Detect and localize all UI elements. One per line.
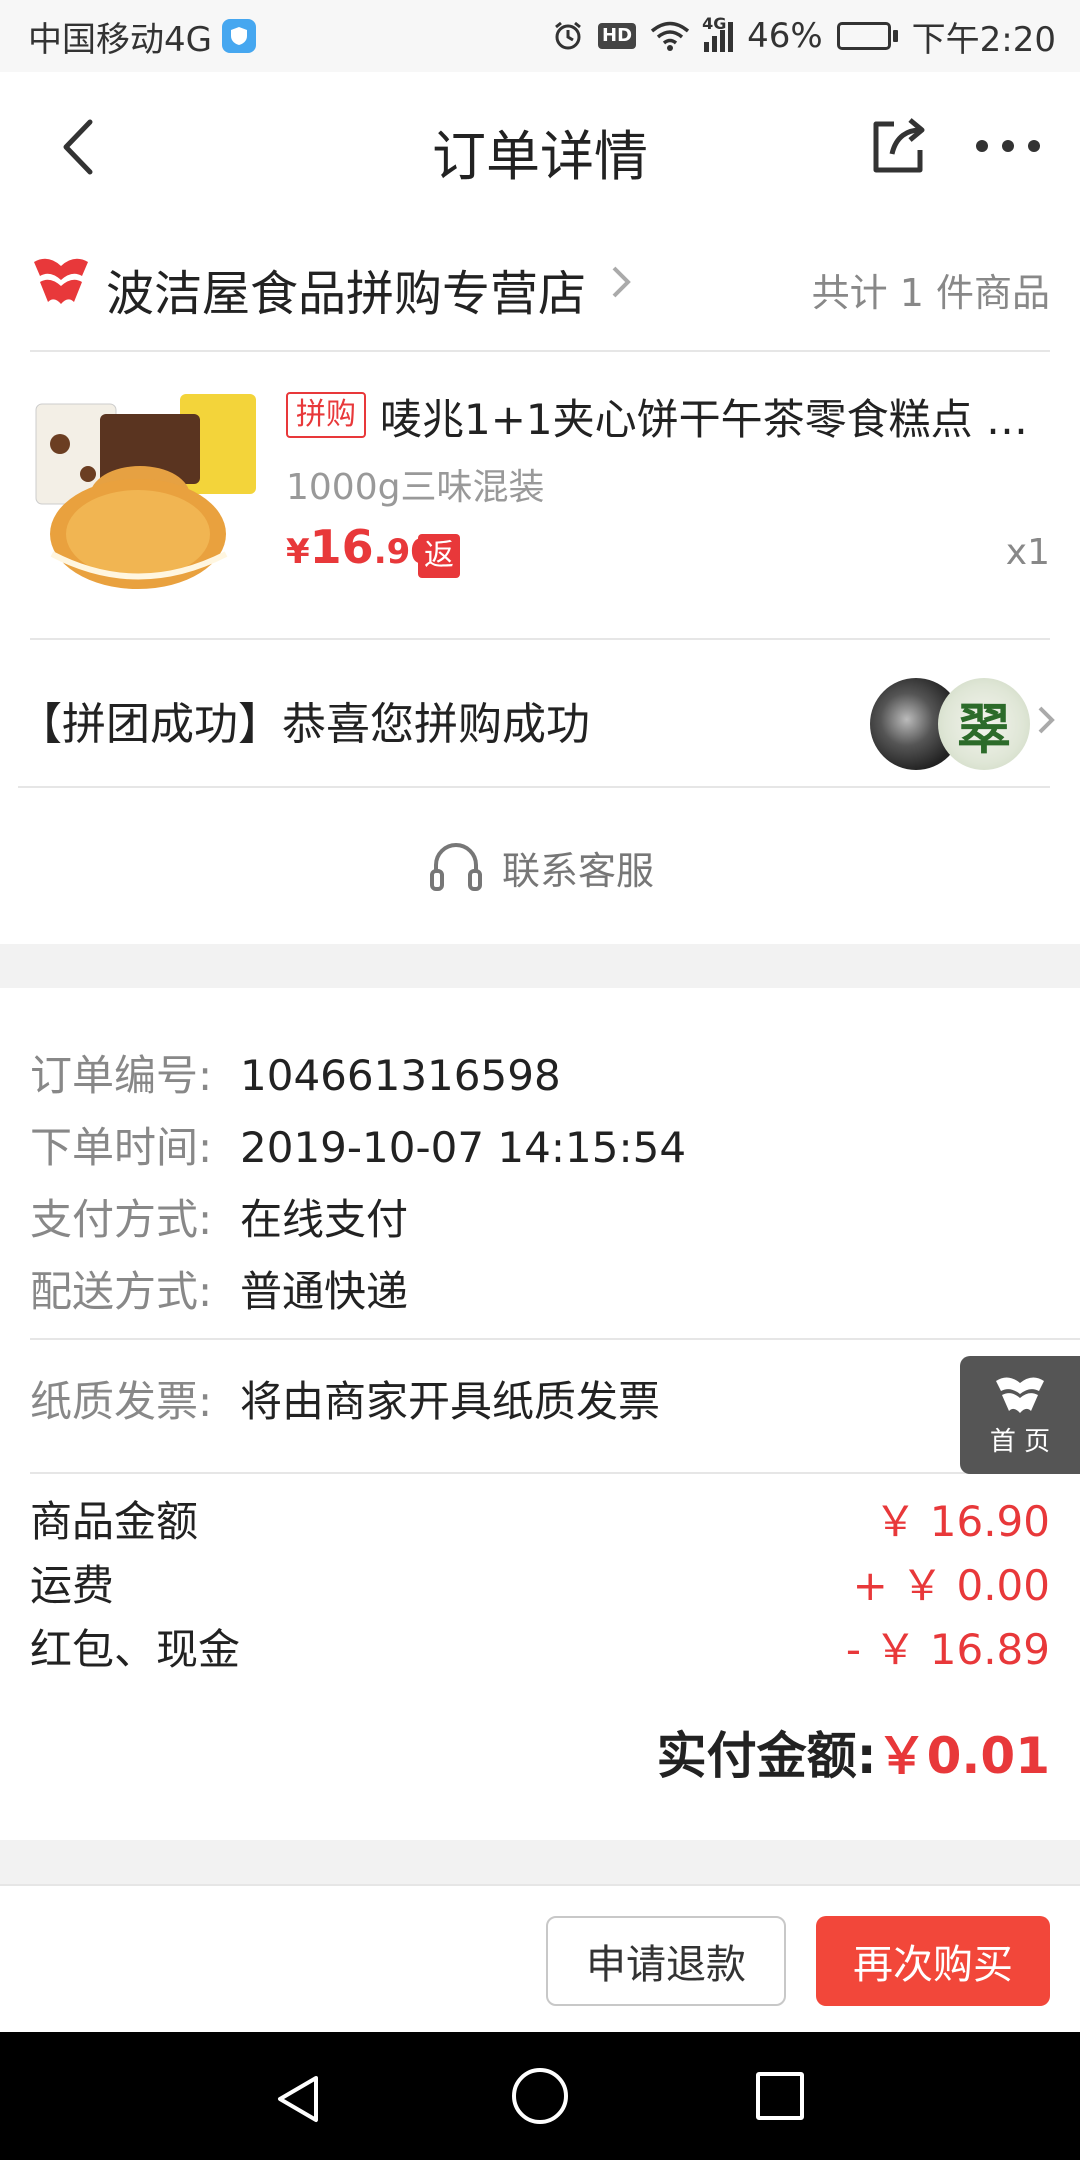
- store-row[interactable]: 波洁屋食品拼购专营店 共计 1 件商品: [30, 222, 1050, 352]
- discount-amount: - ￥ 16.89: [845, 1625, 1050, 1674]
- store-logo-icon: [34, 258, 88, 304]
- refund-button[interactable]: 申请退款: [546, 1916, 786, 2006]
- battery-icon: [836, 22, 898, 50]
- invoice-label: 纸质发票:: [30, 1377, 213, 1426]
- goods-amount: ￥ 16.90: [874, 1497, 1050, 1546]
- product-sku: 1000g三味混装: [286, 467, 545, 508]
- delivery-method-row: 配送方式: 普通快递: [30, 1256, 1080, 1328]
- shipping-label: 运费: [30, 1561, 115, 1610]
- payment-method: 在线支付: [240, 1195, 409, 1244]
- invoice-value: 将由商家开具纸质发票: [240, 1377, 661, 1426]
- item-count: 共计 1 件商品: [811, 271, 1050, 315]
- status-right: HD 4G 46% 下午2:20: [552, 12, 1056, 61]
- buy-again-button[interactable]: 再次购买: [816, 1916, 1050, 2006]
- order-number-row: 订单编号: 104661316598: [30, 1040, 1080, 1112]
- product-price: ¥ 16 .90: [286, 520, 434, 574]
- paid-total-label: 实付金额:: [656, 1727, 877, 1785]
- headset-icon: [429, 843, 482, 891]
- more-icon[interactable]: [976, 140, 1040, 156]
- status-bar: 中国移动4G HD 4G 46% 下午2:20: [0, 0, 1080, 72]
- order-time: 2019-10-07 14:15:54: [240, 1123, 687, 1172]
- product-item[interactable]: 拼购 唛兆1+1夹心饼干午茶零食糕点 1000g 1000g三味混装 ¥ 16 …: [30, 354, 1050, 640]
- system-home-icon[interactable]: [512, 2068, 568, 2124]
- invoice-info: 纸质发票: 将由商家开具纸质发票: [30, 1352, 1080, 1474]
- store-name[interactable]: 波洁屋食品拼购专营店: [106, 254, 586, 324]
- contact-service-button[interactable]: 联系客服: [0, 790, 1080, 944]
- invoice-row: 纸质发票: 将由商家开具纸质发票: [30, 1352, 1080, 1452]
- order-time-label: 下单时间:: [30, 1123, 213, 1172]
- payment-method-row: 支付方式: 在线支付: [30, 1184, 1080, 1256]
- order-info: 订单编号: 104661316598 下单时间: 2019-10-07 14:15:…: [30, 1040, 1080, 1340]
- discount-label: 红包、现金: [30, 1625, 241, 1674]
- contact-service-label[interactable]: 联系客服: [502, 840, 654, 895]
- shield-icon: [221, 19, 256, 53]
- clock: 下午2:20: [911, 19, 1056, 60]
- avatar: 翠: [938, 678, 1030, 770]
- shipping-amount: + ￥ 0.00: [852, 1561, 1050, 1610]
- group-buy-status: 【拼团成功】恭喜您拼购成功: [18, 699, 590, 750]
- payment-method-label: 支付方式:: [30, 1195, 213, 1244]
- hd-badge: HD: [598, 23, 637, 49]
- amount-summary: 商品金额 ￥ 16.90 运费 + ￥ 0.00 红包、现金 - ￥ 16.89 实付…: [30, 1476, 1080, 1840]
- product-image[interactable]: [30, 384, 260, 596]
- status-left: 中国移动4G: [28, 12, 256, 61]
- chevron-right-icon[interactable]: [610, 264, 632, 300]
- order-info-card: 订单编号: 104661316598 下单时间: 2019-10-07 14:15:…: [0, 988, 1080, 1840]
- battery-percent: 46%: [747, 16, 823, 56]
- shipping-row: 运费 + ￥ 0.00: [30, 1554, 1050, 1618]
- home-float-button[interactable]: 首 页: [960, 1356, 1080, 1474]
- order-card: 波洁屋食品拼购专营店 共计 1 件商品 拼购 唛兆1+1夹心饼干午茶零食糕点 1…: [0, 222, 1080, 944]
- carrier-label: 中国移动4G: [28, 19, 212, 60]
- goods-amount-row: 商品金额 ￥ 16.90: [30, 1490, 1050, 1554]
- rebate-tag: 返: [418, 534, 460, 578]
- share-icon[interactable]: [866, 114, 930, 178]
- paid-total-value: ￥0.01: [876, 1727, 1050, 1785]
- home-label: 首 页: [989, 1426, 1051, 1457]
- alarm-icon: [555, 21, 581, 50]
- system-nav-bar: [0, 2032, 1080, 2160]
- system-back-icon[interactable]: [272, 2072, 326, 2126]
- goods-amount-label: 商品金额: [30, 1497, 199, 1546]
- order-number-label: 订单编号:: [30, 1051, 213, 1100]
- group-buy-tag: 拼购: [286, 392, 366, 438]
- order-time-row: 下单时间: 2019-10-07 14:15:54: [30, 1112, 1080, 1184]
- group-buy-row[interactable]: 【拼团成功】恭喜您拼购成功 翠: [18, 642, 1055, 788]
- signal-icon: 4G: [702, 14, 734, 52]
- header: 订单详情: [0, 72, 1080, 222]
- avatar-char: 翠: [957, 697, 1011, 761]
- wifi-icon: [650, 21, 690, 51]
- bottom-action-bar: 申请退款 再次购买: [0, 1884, 1080, 2032]
- discount-row: 红包、现金 - ￥ 16.89: [30, 1618, 1050, 1682]
- network-type: 4G: [702, 14, 727, 33]
- order-number: 104661316598: [240, 1051, 561, 1100]
- chevron-right-icon[interactable]: [1036, 704, 1056, 736]
- product-title[interactable]: 唛兆1+1夹心饼干午茶零食糕点 1000g: [380, 386, 1050, 447]
- delivery-method-label: 配送方式:: [30, 1267, 213, 1316]
- price-symbol: ¥: [286, 532, 310, 572]
- system-recents-icon[interactable]: [756, 2072, 804, 2120]
- product-quantity: x1: [1005, 532, 1050, 573]
- price-integer: 16: [309, 520, 374, 574]
- home-logo-icon: [996, 1376, 1044, 1413]
- paid-total: 实付金额: ￥0.01: [657, 1716, 1050, 1788]
- delivery-method: 普通快递: [240, 1267, 409, 1316]
